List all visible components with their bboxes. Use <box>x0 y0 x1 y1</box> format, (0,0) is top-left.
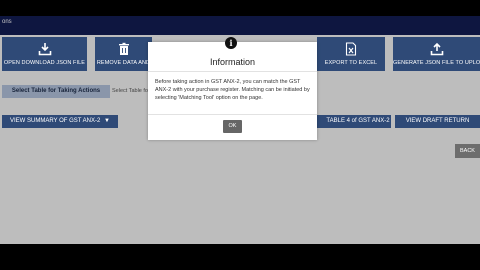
dialog-title: Information <box>209 57 256 67</box>
excel-icon <box>345 42 357 56</box>
dialog-message: Before taking action in GST ANX-2, you c… <box>155 79 310 101</box>
view-draft-return-button[interactable]: VIEW DRAFT RETURN <box>395 115 480 128</box>
top-bar-title: ons <box>2 19 12 25</box>
generate-json-upload-label: GENERATE JSON FILE TO UPLOAD <box>393 60 480 66</box>
dialog-divider <box>148 71 317 72</box>
open-download-json-label: OPEN DOWNLOAD JSON FILE <box>3 60 86 66</box>
info-icon: i <box>225 37 237 49</box>
view-draft-return-label: VIEW DRAFT RETURN <box>405 118 470 124</box>
ok-button[interactable]: OK <box>223 120 242 133</box>
download-icon <box>38 43 51 56</box>
view-summary-label: VIEW SUMMARY OF GST ANX-2 <box>10 118 101 124</box>
remove-data-label: REMOVE DATA AND <box>96 60 151 66</box>
export-to-excel-button[interactable]: EXPORT TO EXCEL <box>317 37 385 71</box>
back-button[interactable]: BACK <box>455 144 480 158</box>
chevron-down-icon: ▼ <box>104 118 110 124</box>
remove-data-button[interactable]: REMOVE DATA AND <box>95 37 152 71</box>
upload-icon <box>430 42 443 56</box>
top-bar: ons <box>0 16 480 35</box>
table4-label: TABLE 4 of GST ANX-2 <box>326 118 390 124</box>
dialog-divider <box>148 114 317 115</box>
select-table-dropdown[interactable]: Select Table fo <box>112 85 152 98</box>
open-download-json-button[interactable]: OPEN DOWNLOAD JSON FILE <box>2 37 87 71</box>
view-summary-button[interactable]: VIEW SUMMARY OF GST ANX-2 ▼ <box>2 115 118 128</box>
select-table-label: Select Table for Taking Actions <box>2 85 110 98</box>
information-dialog: i Information Before taking action in GS… <box>148 37 317 140</box>
app-viewport: ons OPEN DOWNLOAD JSON FILE REMOVE DATA … <box>0 16 480 244</box>
trash-icon <box>118 42 129 55</box>
export-to-excel-label: EXPORT TO EXCEL <box>324 60 378 66</box>
generate-json-upload-button[interactable]: GENERATE JSON FILE TO UPLOAD <box>393 37 480 71</box>
